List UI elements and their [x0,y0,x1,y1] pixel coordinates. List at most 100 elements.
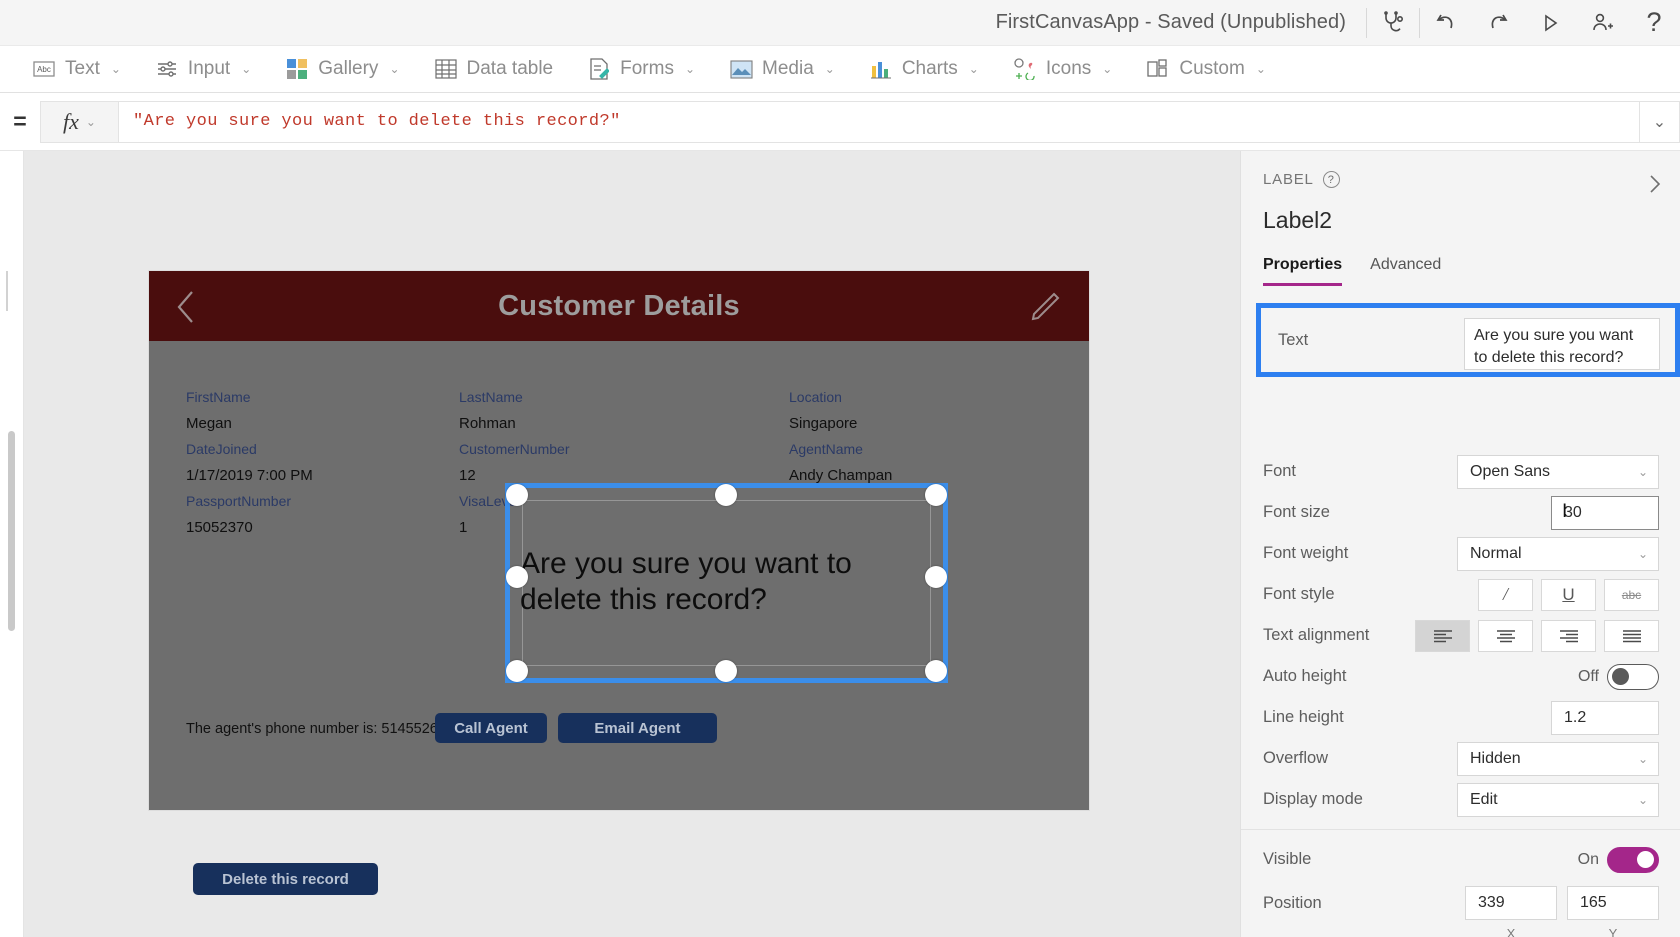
strikethrough-button[interactable]: abc [1604,578,1659,611]
field-label: PassportNumber [186,493,292,509]
resize-handle-top-left[interactable] [506,484,528,506]
agent-phone-text: The agent's phone number is: 5145526695 [186,721,463,737]
italic-button[interactable]: / [1478,578,1533,611]
formula-expand-chevron-icon[interactable]: ⌄ [1640,100,1680,143]
property-row-position: Position 339 165 [1241,880,1680,926]
preview-play-icon[interactable] [1524,0,1576,45]
chevron-down-icon: ⌄ [1637,751,1648,766]
align-left-button[interactable] [1415,619,1470,652]
visible-toggle[interactable] [1607,846,1659,873]
ribbon-label: Custom [1179,58,1245,79]
rail-tick [6,271,8,311]
text-abc-icon: Abc [32,57,56,81]
delete-record-button[interactable]: Delete this record [193,863,378,895]
section-divider [1241,829,1680,830]
panel-tabs: Properties Advanced [1263,256,1658,286]
property-label: Font [1263,462,1297,480]
property-label: Font style [1263,585,1335,603]
edit-pencil-icon[interactable] [1029,291,1061,328]
svg-text:Abc: Abc [37,65,51,74]
field-value: Andy Champan [789,467,893,484]
ribbon-item-data-table[interactable]: Data table [430,49,558,89]
selected-label-control[interactable]: Are you sure you want to delete this rec… [505,483,948,683]
resize-handle-top-center[interactable] [715,484,737,506]
email-agent-button[interactable]: Email Agent [558,713,717,743]
property-row-font-size: Font size 30 I [1241,492,1680,533]
chevron-down-icon: ⌄ [1637,546,1648,561]
field-value: 15052370 [186,519,253,536]
app-screen-canvas[interactable]: Customer Details FirstName Megan LastNam… [149,271,1089,895]
undo-icon[interactable] [1420,0,1472,45]
property-row-text-highlighted[interactable]: Text Are you sure you want to delete thi… [1256,303,1680,377]
resize-handle-bottom-right[interactable] [925,660,947,682]
align-right-button[interactable] [1541,619,1596,652]
align-justify-button[interactable] [1604,619,1659,652]
property-row-text-alignment: Text alignment [1241,615,1680,656]
control-kind-row: LABEL ? [1263,171,1658,188]
call-agent-button[interactable]: Call Agent [435,713,547,743]
resize-handle-middle-left[interactable] [506,566,528,588]
ribbon-label: Text [65,58,100,79]
field-label: AgentName [789,441,863,457]
position-y-caption: Y [1608,926,1618,937]
font-size-input[interactable]: 30 I [1551,495,1659,530]
underline-button[interactable]: U [1541,578,1596,611]
back-chevron-icon[interactable] [173,289,199,330]
text-property-input[interactable]: Are you sure you want to delete this rec… [1464,318,1660,370]
tab-advanced[interactable]: Advanced [1370,256,1441,286]
help-icon[interactable]: ? [1322,171,1340,188]
ribbon-item-text[interactable]: Abc Text ⌄ [28,49,125,89]
position-y-input[interactable]: 165 [1567,886,1659,920]
resize-handle-top-right[interactable] [925,484,947,506]
font-select[interactable]: Open Sans ⌄ [1457,454,1659,489]
canvas-scrollbar[interactable] [8,431,15,631]
input-sliders-icon [155,57,179,81]
position-x-input[interactable]: 339 [1465,886,1557,920]
properties-list: Font Open Sans ⌄ Font size 30 I Font wei… [1241,377,1680,937]
property-row-font-weight: Font weight Normal ⌄ [1241,533,1680,574]
ribbon-label: Icons [1045,58,1092,79]
underline-glyph: U [1562,584,1575,604]
property-row-font: Font Open Sans ⌄ [1241,451,1680,492]
ribbon-item-forms[interactable]: Forms ⌄ [583,49,699,89]
field-value: Rohman [459,415,516,432]
align-center-button[interactable] [1478,619,1533,652]
property-row-display-mode: Display mode Edit ⌄ [1241,779,1680,820]
form-field-lastname: LastName Rohman [459,389,523,432]
control-name: Label2 [1263,207,1333,233]
auto-height-toggle[interactable] [1607,663,1659,690]
font-weight-select[interactable]: Normal ⌄ [1457,536,1659,571]
ribbon-item-gallery[interactable]: Gallery ⌄ [281,49,403,89]
resize-handle-bottom-center[interactable] [715,660,737,682]
help-icon[interactable]: ? [1628,0,1680,45]
form-field-agentname: AgentName Andy Champan [789,441,892,484]
property-row-auto-height: Auto height Off [1241,656,1680,697]
ribbon-item-media[interactable]: Media ⌄ [725,49,839,89]
resize-handle-middle-right[interactable] [925,566,947,588]
data-table-icon [434,57,458,81]
equals-sign: = [13,108,27,134]
ribbon-item-icons[interactable]: Icons ⌄ [1009,49,1116,89]
forms-icon [587,57,611,81]
fx-dropdown-button[interactable]: fx ⌄ [40,100,118,143]
ribbon-item-charts[interactable]: Charts ⌄ [865,49,983,89]
tab-properties[interactable]: Properties [1263,256,1343,286]
ribbon-item-custom[interactable]: Custom ⌄ [1142,49,1270,89]
display-mode-select[interactable]: Edit ⌄ [1457,782,1659,817]
media-image-icon [729,57,753,81]
share-add-user-icon[interactable] [1576,0,1628,45]
line-height-input[interactable]: 1.2 [1551,700,1659,735]
property-label: Display mode [1263,790,1363,808]
redo-icon[interactable] [1472,0,1524,45]
property-row-overflow: Overflow Hidden ⌄ [1241,738,1680,779]
field-label: LastName [459,389,523,405]
field-label: Location [789,389,842,405]
formula-input[interactable]: "Are you sure you want to delete this re… [118,100,1640,143]
resize-handle-bottom-left[interactable] [506,660,528,682]
panel-collapse-chevron-icon[interactable] [1646,173,1664,200]
overflow-select[interactable]: Hidden ⌄ [1457,741,1659,776]
ribbon-label: Forms [620,58,674,79]
app-checker-stethoscope-icon[interactable] [1367,0,1419,45]
form-field-location: Location Singapore [789,389,857,432]
ribbon-item-input[interactable]: Input ⌄ [151,49,255,89]
